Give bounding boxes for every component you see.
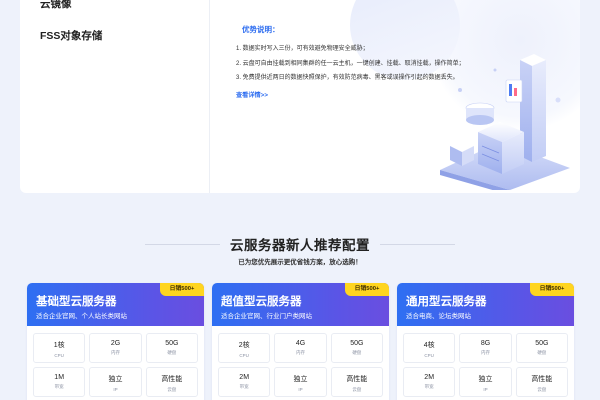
section-subtitle: 已为您优先展示更优省钱方案，放心选购！: [238, 259, 362, 266]
spec-grid: 1核 CPU 2G 内存 50G 硬盘 1M 带宽 独立 IP 高性能云盘: [33, 333, 198, 397]
spec-ip: 独立 IP: [459, 367, 512, 397]
spec-cloud-disk: 高性能 云盘: [515, 367, 568, 397]
spec-bandwidth: 2M 带宽: [403, 367, 456, 397]
spec-unit: 带宽: [54, 384, 64, 389]
view-details-link[interactable]: 查看详情>>: [236, 90, 268, 99]
spec-value: 4核: [423, 342, 435, 349]
spec-unit: CPU: [424, 353, 434, 358]
spec-unit: 硬盘: [167, 350, 177, 355]
spec-disk: 50G 硬盘: [145, 333, 198, 363]
product-card-basic[interactable]: 基础型云服务器 适合企业官网、个人站长类网站 日销500+ 1核 CPU 2G 内存…: [27, 283, 204, 400]
spec-unit: 云盘: [352, 387, 362, 392]
cloud-disk-bottom: [466, 115, 494, 125]
spec-value: 高性能: [161, 376, 183, 383]
spec-value: 独立: [478, 376, 493, 383]
spec-cpu: 4核 CPU: [403, 333, 456, 363]
product-card-general[interactable]: 通用型云服务器 适合电商、论坛类网站 日销500+ 4核 CPU 8G 内存 50G…: [397, 283, 574, 400]
spec-unit: 硬盘: [537, 350, 547, 355]
spec-cloud-disk: 高性能 云盘: [145, 367, 198, 397]
spec-unit: 内存: [295, 350, 305, 355]
spec-value: 2M: [424, 374, 435, 381]
sidebar-item-fss-storage[interactable]: FSS对象存储: [40, 28, 102, 43]
card-title: 超值型云服务器: [221, 296, 302, 308]
card-description: 适合企业官网、行业门户类网站: [221, 313, 312, 320]
spec-unit: 内存: [480, 350, 490, 355]
spec-grid: 4核 CPU 8G 内存 50G 硬盘 2M 带宽 独立 IP 高性能云盘: [403, 333, 568, 397]
spec-cpu: 1核 CPU: [33, 333, 86, 363]
sales-badge: 日销500+: [160, 283, 204, 296]
spec-memory: 2G 内存: [89, 333, 142, 363]
spec-cloud-disk: 高性能 云盘: [330, 367, 383, 397]
spec-unit: IP: [298, 387, 303, 392]
spec-memory: 8G 内存: [459, 333, 512, 363]
spec-disk: 50G 硬盘: [515, 333, 568, 363]
spec-bandwidth: 2M 带宽: [218, 367, 271, 397]
spec-disk: 50G 硬盘: [330, 333, 383, 363]
product-detail-panel: 云镜像 FSS对象存储 优势说明： 1. 数据实时写入三份，可有效避免物理安全威…: [20, 0, 580, 193]
card-header: 基础型云服务器 适合企业官网、个人站长类网站 日销500+: [27, 283, 204, 326]
card-description: 适合电商、论坛类网站: [406, 313, 471, 320]
chart-bar-mark: [514, 88, 517, 96]
section-title: 云服务器新人推荐配置: [230, 238, 370, 253]
spec-unit: 内存: [110, 350, 120, 355]
spec-value: 50G: [350, 340, 364, 347]
spec-unit: 云盘: [537, 387, 547, 392]
spec-ip: 独立 IP: [89, 367, 142, 397]
chart-bar-mark: [509, 84, 512, 96]
spec-value: 独立: [293, 376, 308, 383]
product-sidebar: 云镜像 FSS对象存储: [20, 0, 210, 193]
spec-value: 2核: [238, 342, 250, 349]
spec-value: 8G: [480, 340, 491, 347]
spec-bandwidth: 1M 带宽: [33, 367, 86, 397]
card-title: 基础型云服务器: [36, 296, 117, 308]
spec-grid: 2核 CPU 4G 内存 50G 硬盘 2M 带宽 独立 IP 高性能云盘: [218, 333, 383, 397]
particle-dot: [555, 97, 561, 103]
spec-unit: IP: [113, 387, 118, 392]
spec-value: 1核: [53, 342, 65, 349]
card-title: 通用型云服务器: [406, 296, 487, 308]
product-card-value[interactable]: 超值型云服务器 适合企业官网、行业门户类网站 日销500+ 2核 CPU 4G 内存…: [212, 283, 389, 400]
spec-unit: IP: [483, 387, 488, 392]
cloud-storage-illustration: [440, 54, 570, 190]
spec-value: 50G: [535, 340, 549, 347]
spec-value: 4G: [295, 340, 306, 347]
spec-unit: CPU: [54, 353, 64, 358]
card-header: 通用型云服务器 适合电商、论坛类网站 日销500+: [397, 283, 574, 326]
spec-unit: 带宽: [424, 384, 434, 389]
particle-dot: [493, 68, 497, 72]
spec-value: 高性能: [531, 376, 553, 383]
spec-value: 高性能: [346, 376, 368, 383]
spec-ip: 独立 IP: [274, 367, 327, 397]
spec-unit: 带宽: [239, 384, 249, 389]
spec-value: 2M: [239, 374, 250, 381]
spec-unit: 硬盘: [352, 350, 362, 355]
spec-value: 1M: [54, 374, 65, 381]
sales-badge: 日销500+: [345, 283, 389, 296]
advantages-title: 优势说明：: [242, 25, 280, 34]
sales-badge: 日销500+: [530, 283, 574, 296]
spec-value: 独立: [108, 376, 123, 383]
spec-unit: CPU: [239, 353, 249, 358]
section-heading: 云服务器新人推荐配置: [0, 234, 600, 255]
tower-right-face: [532, 60, 546, 162]
card-description: 适合企业官网、个人站长类网站: [36, 313, 127, 320]
spec-cpu: 2核 CPU: [218, 333, 271, 363]
sidebar-item-cloud-image[interactable]: 云镜像: [40, 0, 72, 11]
card-header: 超值型云服务器 适合企业官网、行业门户类网站 日销500+: [212, 283, 389, 326]
particle-dot: [458, 88, 462, 92]
spec-value: 50G: [165, 340, 179, 347]
spec-memory: 4G 内存: [274, 333, 327, 363]
spec-value: 2G: [110, 340, 121, 347]
spec-unit: 云盘: [167, 387, 177, 392]
